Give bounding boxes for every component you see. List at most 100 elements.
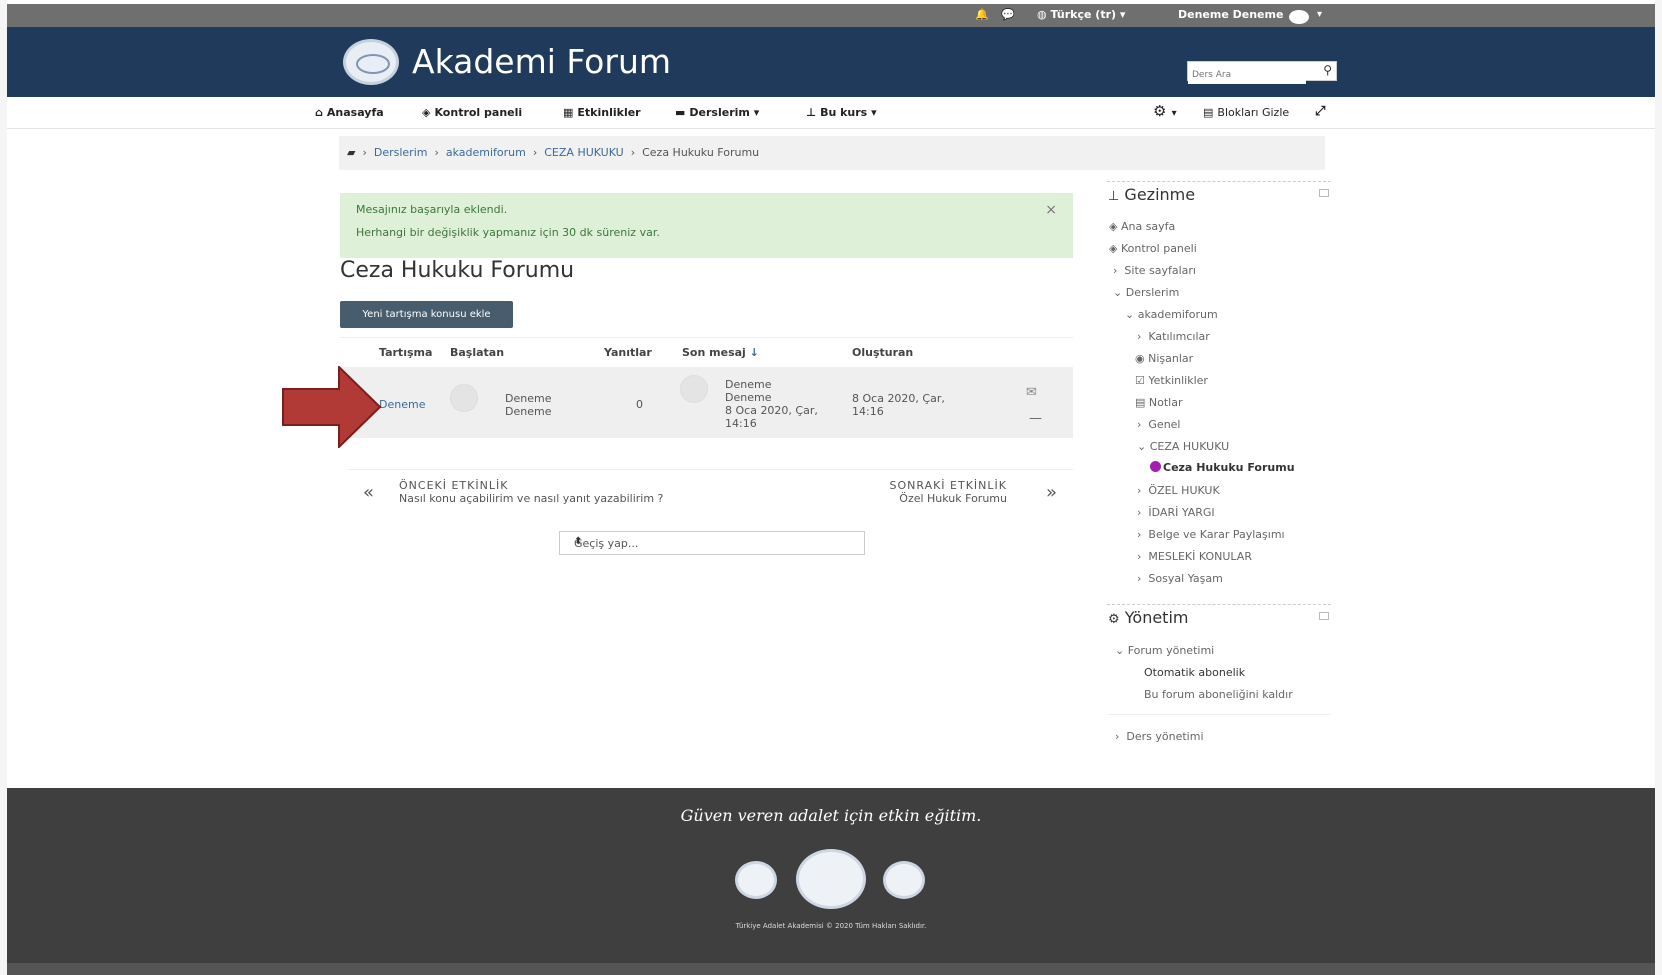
- col-replies[interactable]: Yanıtlar: [604, 346, 652, 359]
- last-post-author-line1: Deneme: [725, 378, 772, 391]
- sidebar-item-label: Ders yönetimi: [1126, 730, 1204, 743]
- footer-logo-right[interactable]: [883, 861, 925, 899]
- sidebar-item-course-admin[interactable]: › Ders yönetimi: [1115, 730, 1204, 743]
- sidebar-item-label: Genel: [1148, 418, 1181, 431]
- next-activity-label[interactable]: SONRAKİ ETKİNLİK: [890, 479, 1008, 492]
- sidebar-item-akademiforum[interactable]: ⌄ akademiforum: [1125, 308, 1218, 321]
- sidebar-item-badges[interactable]: ◉ Nişanlar: [1135, 352, 1193, 365]
- auto-subscribe-link[interactable]: Otomatik abonelik: [1144, 666, 1245, 679]
- chat-icon[interactable]: 💬: [1001, 8, 1015, 21]
- sidebar-item-ceza-hukuku-forumu[interactable]: Ceza Hukuku Forumu: [1150, 461, 1295, 474]
- last-post-info[interactable]: Deneme Deneme 8 Oca 2020, Çar, 14:16: [725, 378, 818, 430]
- folder-icon[interactable]: ▰: [347, 146, 355, 159]
- starter-avatar[interactable]: [450, 384, 478, 412]
- sidebar-item-label: İDARİ YARGI: [1148, 506, 1215, 519]
- collapse-block-icon[interactable]: [1319, 612, 1329, 620]
- sidebar-item-grades[interactable]: ▤ Notlar: [1135, 396, 1182, 409]
- top-bar: 🔔 💬 ◍ Türkçe (tr) ▾ Deneme Deneme ▾: [7, 4, 1655, 27]
- breadcrumb-my-courses[interactable]: Derslerim: [374, 146, 428, 159]
- caret-down-icon[interactable]: ▾: [1317, 9, 1322, 20]
- unsubscribe-link[interactable]: Bu forum aboneliğini kaldır: [1144, 688, 1293, 701]
- sidebar-item-general[interactable]: › Genel: [1137, 418, 1181, 431]
- sidebar-item-ozel-hukuk[interactable]: › ÖZEL HUKUK: [1137, 484, 1220, 497]
- user-avatar[interactable]: [1289, 10, 1309, 24]
- bell-icon[interactable]: 🔔: [975, 8, 989, 21]
- sidebar-item-sosyal-yasam[interactable]: › Sosyal Yaşam: [1137, 572, 1223, 585]
- starter-name[interactable]: Deneme Deneme: [505, 392, 551, 418]
- sort-desc-icon[interactable]: ↓: [750, 346, 759, 359]
- col-last-post[interactable]: Son mesaj ↓: [682, 346, 759, 359]
- user-menu[interactable]: Deneme Deneme: [1178, 8, 1283, 21]
- discussion-link[interactable]: Deneme: [379, 398, 425, 411]
- sidebar-item-participants[interactable]: › Katılımcılar: [1137, 330, 1210, 343]
- last-poster-avatar[interactable]: [680, 375, 708, 403]
- course-search-input[interactable]: [1188, 66, 1306, 84]
- breadcrumb-section[interactable]: CEZA HUKUKU: [544, 146, 623, 159]
- col-discussion[interactable]: Tartışma: [379, 346, 432, 359]
- site-title[interactable]: Akademi Forum: [412, 42, 671, 81]
- sidebar-item-label: Sosyal Yaşam: [1148, 572, 1223, 585]
- chevrons-right-icon[interactable]: »: [1046, 482, 1057, 503]
- sidebar-item-belge-karar[interactable]: › Belge ve Karar Paylaşımı: [1137, 528, 1285, 541]
- chevrons-left-icon[interactable]: «: [363, 482, 374, 503]
- next-activity-title[interactable]: Özel Hukuk Forumu: [899, 492, 1007, 505]
- language-label: Türkçe (tr): [1050, 8, 1117, 21]
- sidebar-item-label: Forum yönetimi: [1127, 644, 1215, 657]
- breadcrumb-course[interactable]: akademiforum: [446, 146, 526, 159]
- course-search: ⚲: [1187, 61, 1337, 84]
- sidebar-item-label: Kontrol paneli: [1120, 242, 1197, 255]
- footer-logo-left[interactable]: [735, 861, 777, 899]
- sidebar-item-home[interactable]: ◈ Ana sayfa: [1109, 220, 1175, 233]
- nav-my-courses[interactable]: ▬ Derslerim ▾: [675, 106, 759, 119]
- sitemap-icon: ⊥: [1108, 189, 1120, 204]
- nav-dashboard-label: Kontrol paneli: [434, 106, 523, 119]
- close-icon[interactable]: ×: [1045, 202, 1057, 218]
- prev-activity-title[interactable]: Nasıl konu açabilirim ve nasıl yanıt yaz…: [399, 492, 663, 505]
- briefcase-icon: ▬: [675, 106, 686, 119]
- breadcrumb-current[interactable]: Ceza Hukuku Forumu: [642, 146, 759, 159]
- sidebar-item-competencies[interactable]: ☑ Yetkinlikler: [1135, 374, 1208, 387]
- hide-blocks-label: Blokları Gizle: [1217, 106, 1290, 119]
- main-nav: ⌂ Anasayfa ◈ Kontrol paneli ▦ Etkinlikler ▬…: [7, 97, 1655, 129]
- table-row[interactable]: Deneme Deneme Deneme 0 Deneme Deneme 8 Oca …: [340, 367, 1073, 438]
- select-arrows-icon: ⬍: [574, 536, 583, 547]
- sidebar-item-my-courses[interactable]: ⌄ Derslerim: [1113, 286, 1179, 299]
- sidebar-item-mesleki-konular[interactable]: › MESLEKİ KONULAR: [1137, 550, 1252, 563]
- sidebar-item-dashboard[interactable]: ◈ Kontrol paneli: [1109, 242, 1197, 255]
- footer-logo-center[interactable]: [796, 849, 866, 909]
- footer-slogan: Güven veren adalet için etkin eğitim.: [680, 806, 982, 825]
- jump-to-select[interactable]: Geçiş yap... ⬍: [559, 531, 865, 555]
- starter-name-line2: Deneme: [505, 405, 552, 418]
- nav-dashboard[interactable]: ◈ Kontrol paneli: [422, 106, 522, 119]
- block-separator: [1107, 604, 1331, 605]
- sitemap-icon: ⊥: [806, 106, 817, 119]
- col-started-by[interactable]: Başlatan: [450, 346, 504, 359]
- fullscreen-icon[interactable]: ⤢: [1315, 104, 1325, 119]
- envelope-icon[interactable]: ✉: [1026, 385, 1037, 400]
- col-last-post-label: Son mesaj: [682, 346, 746, 359]
- col-created[interactable]: Oluşturan: [852, 346, 913, 359]
- last-post-time: 14:16: [725, 417, 757, 430]
- language-menu[interactable]: ◍ Türkçe (tr) ▾: [1037, 8, 1125, 21]
- sidebar-item-site-pages[interactable]: › Site sayfaları: [1113, 264, 1196, 277]
- page-title: Ceza Hukuku Forumu: [340, 258, 575, 283]
- sidebar-item-label: Notlar: [1148, 396, 1183, 409]
- prev-activity-label[interactable]: ÖNCEKİ ETKİNLİK: [399, 479, 508, 492]
- nav-this-course[interactable]: ⊥ Bu kurs ▾: [806, 106, 877, 119]
- collapse-block-icon[interactable]: [1319, 189, 1329, 197]
- sidebar-item-forum-admin[interactable]: ⌄ Forum yönetimi: [1115, 644, 1214, 657]
- add-discussion-button[interactable]: Yeni tartışma konusu ekle: [340, 301, 513, 328]
- nav-home[interactable]: ⌂ Anasayfa: [315, 106, 384, 119]
- page: 🔔 💬 ◍ Türkçe (tr) ▾ Deneme Deneme ▾ Akad…: [7, 0, 1655, 975]
- site-logo[interactable]: [343, 39, 399, 85]
- nav-events[interactable]: ▦ Etkinlikler: [563, 106, 641, 119]
- sidebar-item-ceza-hukuku[interactable]: ⌄ CEZA HUKUKU: [1137, 440, 1229, 453]
- sidebar-item-label: Derslerim: [1125, 286, 1180, 299]
- minus-icon[interactable]: —: [1029, 411, 1042, 426]
- created-date-line1: 8 Oca 2020, Çar,: [852, 392, 945, 405]
- hide-blocks-button[interactable]: ▤ Blokları Gizle: [1203, 106, 1289, 119]
- gear-icon[interactable]: ⚙ ▾: [1153, 102, 1177, 120]
- sidebar-item-idari-yargi[interactable]: › İDARİ YARGI: [1137, 506, 1215, 519]
- search-icon[interactable]: ⚲: [1323, 63, 1332, 77]
- replies-count[interactable]: 0: [636, 398, 643, 411]
